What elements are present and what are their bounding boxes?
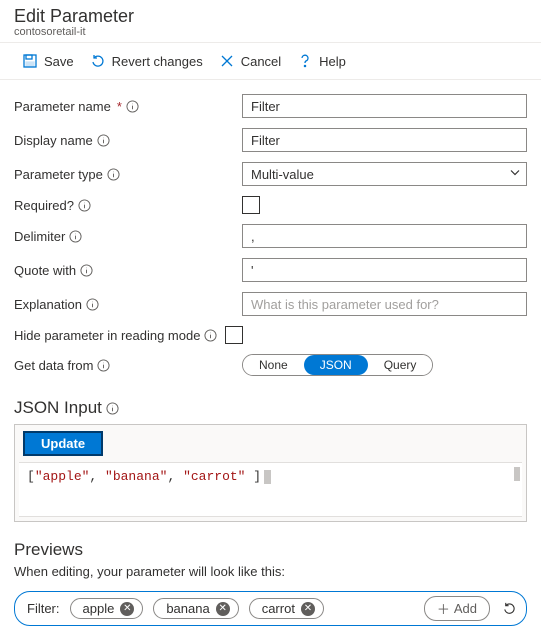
quote-with-label: Quote with	[14, 263, 76, 278]
update-button[interactable]: Update	[23, 431, 103, 456]
explanation-label: Explanation	[14, 297, 82, 312]
text-cursor	[264, 470, 271, 484]
cancel-label: Cancel	[241, 54, 281, 69]
quote-with-input[interactable]	[242, 258, 527, 282]
parameter-name-label: Parameter name	[14, 99, 111, 114]
save-icon	[22, 53, 38, 69]
display-name-input[interactable]	[242, 128, 527, 152]
chip-apple[interactable]: apple ✕	[70, 598, 144, 619]
toolbar: Save Revert changes Cancel Help	[0, 43, 541, 80]
json-code-editor[interactable]: ["apple", "banana", "carrot" ]	[19, 462, 522, 517]
help-icon	[297, 53, 313, 69]
required-label: Required?	[14, 198, 74, 213]
close-icon	[219, 53, 235, 69]
info-icon[interactable]	[80, 264, 93, 277]
parameter-type-select[interactable]	[242, 162, 527, 186]
chip-list: apple ✕ banana ✕ carrot ✕	[70, 598, 414, 619]
revert-label: Revert changes	[112, 54, 203, 69]
get-data-segmented: None JSON Query	[242, 354, 433, 376]
explanation-input[interactable]	[242, 292, 527, 316]
parameter-type-label: Parameter type	[14, 167, 103, 182]
chip-carrot[interactable]: carrot ✕	[249, 598, 324, 619]
help-button[interactable]: Help	[297, 53, 346, 69]
seg-json[interactable]: JSON	[304, 355, 368, 375]
add-chip-button[interactable]: ＋ Add	[424, 596, 490, 621]
save-label: Save	[44, 54, 74, 69]
seg-none[interactable]: None	[243, 355, 304, 375]
cancel-button[interactable]: Cancel	[219, 53, 281, 69]
seg-query[interactable]: Query	[368, 355, 433, 375]
hide-reading-label: Hide parameter in reading mode	[14, 328, 200, 343]
help-label: Help	[319, 54, 346, 69]
display-name-label: Display name	[14, 133, 93, 148]
revert-button[interactable]: Revert changes	[90, 53, 203, 69]
header: Edit Parameter contosoretail-it	[0, 0, 541, 43]
parameter-name-input[interactable]	[242, 94, 527, 118]
parameter-form: Parameter name * Display name Parameter …	[0, 80, 541, 394]
delimiter-label: Delimiter	[14, 229, 65, 244]
preview-filter-label: Filter:	[23, 601, 60, 616]
chip-remove-icon[interactable]: ✕	[120, 602, 134, 616]
required-asterisk: *	[117, 99, 122, 114]
context-subtitle: contosoretail-it	[14, 26, 529, 38]
info-icon[interactable]	[97, 359, 110, 372]
preview-revert-button[interactable]	[500, 600, 518, 618]
info-icon[interactable]	[86, 298, 99, 311]
json-input-title: JSON Input	[0, 394, 541, 424]
save-button[interactable]: Save	[22, 53, 74, 69]
info-icon[interactable]	[204, 329, 217, 342]
info-icon[interactable]	[106, 402, 119, 415]
plus-icon: ＋	[437, 599, 450, 618]
undo-icon	[90, 53, 106, 69]
scrollbar-thumb[interactable]	[514, 467, 520, 481]
info-icon[interactable]	[97, 134, 110, 147]
previews-title: Previews	[0, 534, 541, 564]
preview-filter-bar: Filter: apple ✕ banana ✕ carrot ✕ ＋ Add	[14, 591, 527, 626]
chip-remove-icon[interactable]: ✕	[216, 602, 230, 616]
info-icon[interactable]	[78, 199, 91, 212]
get-data-label: Get data from	[14, 358, 93, 373]
info-icon[interactable]	[69, 230, 82, 243]
previews-subtitle: When editing, your parameter will look l…	[0, 564, 541, 591]
delimiter-input[interactable]	[242, 224, 527, 248]
page-title: Edit Parameter	[14, 6, 529, 27]
hide-reading-checkbox[interactable]	[225, 326, 243, 344]
chip-banana[interactable]: banana ✕	[153, 598, 238, 619]
info-icon[interactable]	[126, 100, 139, 113]
info-icon[interactable]	[107, 168, 120, 181]
required-checkbox[interactable]	[242, 196, 260, 214]
chip-remove-icon[interactable]: ✕	[301, 602, 315, 616]
json-input-panel: Update ["apple", "banana", "carrot" ]	[14, 424, 527, 522]
